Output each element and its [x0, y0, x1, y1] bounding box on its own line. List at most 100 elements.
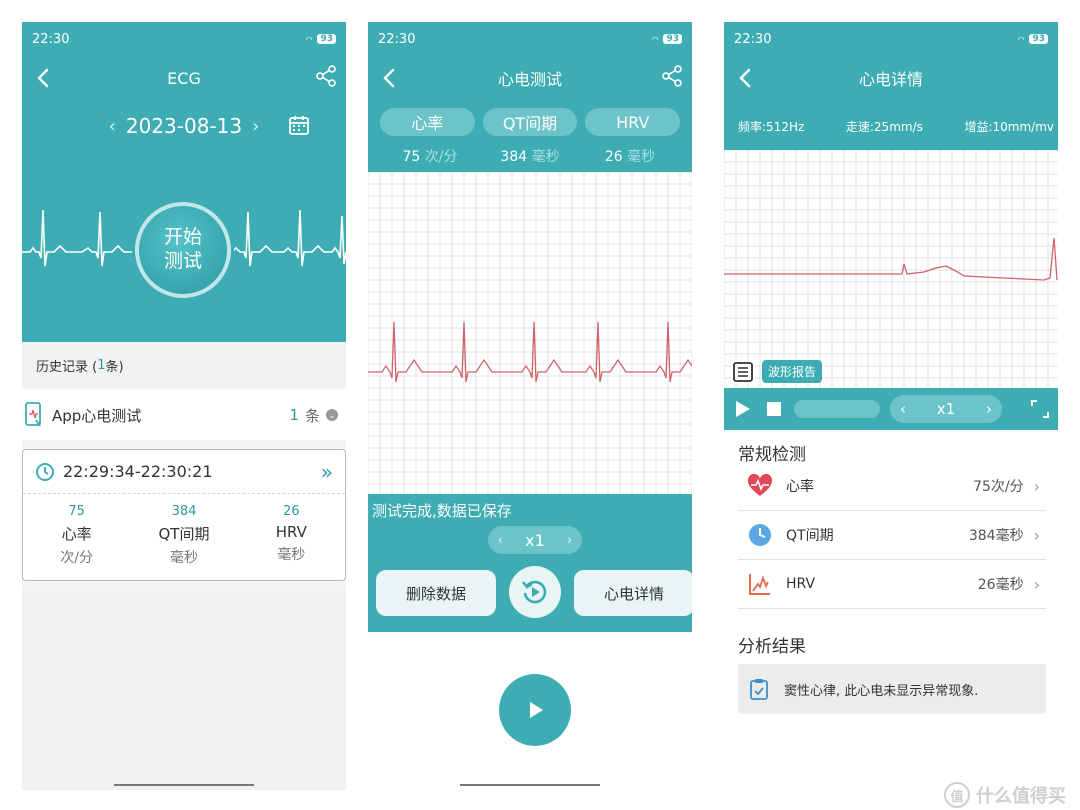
routine-test-list: 心率 75次/分 › QT间期 384毫秒 › HRV 26毫秒 ›: [738, 462, 1046, 609]
play-icon[interactable]: [732, 399, 752, 419]
status-icons: ◠ 93: [651, 34, 682, 44]
current-date: 2023-08-13: [125, 114, 243, 138]
watermark-logo-icon: 值: [944, 782, 970, 808]
replay-icon: [521, 580, 547, 604]
analysis-heading: 分析结果: [738, 637, 806, 657]
back-arrow-icon[interactable]: [732, 64, 760, 92]
double-chevron-right-icon[interactable]: »: [321, 460, 333, 484]
empty-area: [22, 590, 346, 790]
page-title: ECG: [167, 68, 201, 88]
wifi-icon: ◠: [305, 34, 313, 44]
home-indicator[interactable]: [114, 784, 254, 786]
stop-icon[interactable]: [766, 401, 782, 417]
speed-value: x1: [525, 530, 545, 550]
chevron-down-icon[interactable]: ⌄: [326, 409, 338, 421]
stat-hrv: 26 HRV 毫秒: [238, 504, 345, 567]
status-time: 22:30: [378, 31, 416, 47]
app-ecg-test-label: App心电测试: [52, 406, 142, 425]
play-icon: [530, 702, 543, 718]
app-ecg-count: 1: [289, 406, 299, 424]
playback-progress-bar[interactable]: [794, 400, 880, 418]
test-complete-message: 测试完成,数据已保存: [372, 502, 512, 520]
sample-frequency: 频率:512Hz: [738, 119, 805, 134]
item-value: 26毫秒: [977, 577, 1024, 593]
playback-speed-selector: ‹ x1 ›: [890, 395, 1002, 423]
tab-hrv[interactable]: HRV: [585, 108, 681, 136]
stat-unit: 毫秒: [169, 550, 198, 566]
delete-data-button[interactable]: 删除数据: [376, 570, 496, 616]
item-value: 384毫秒: [968, 528, 1024, 544]
fullscreen-icon[interactable]: [1030, 399, 1050, 419]
stat-name: HRV: [275, 523, 307, 541]
status-icons: ◠ 93: [305, 34, 336, 44]
item-label: QT间期: [786, 528, 834, 544]
item-value: 75次/分: [973, 479, 1024, 495]
status-time: 22:30: [734, 31, 772, 47]
app-ecg-unit: 条: [304, 406, 320, 425]
stat-qt-interval: 384 QT间期 毫秒: [130, 504, 237, 567]
waveform-report-row: 波形报告: [732, 360, 823, 383]
playback-control-bar: ‹ x1 ›: [724, 388, 1058, 430]
record-time: 22:29:34-22:30:21: [63, 462, 213, 481]
stat-name: QT间期: [158, 525, 210, 543]
analysis-result-box: 窦性心律, 此心电未显示异常现象.: [738, 664, 1046, 714]
chevron-right-icon: ›: [1033, 574, 1040, 594]
metric-value: 384: [500, 149, 528, 165]
calendar-icon[interactable]: [288, 114, 310, 136]
paper-speed: 走速:25mm/s: [845, 119, 923, 134]
list-item-qt-interval[interactable]: QT间期 384毫秒 ›: [738, 511, 1046, 560]
home-indicator[interactable]: [460, 784, 600, 786]
status-bar: 22:30 ◠ 93: [22, 22, 346, 56]
nav-bar: 心电详情: [724, 56, 1058, 100]
status-time: 22:30: [32, 31, 70, 47]
chevron-right-icon: ›: [1033, 476, 1040, 496]
stat-unit: 毫秒: [277, 547, 306, 563]
wifi-icon: ◠: [1017, 34, 1025, 44]
tab-heart-rate[interactable]: 心率: [380, 108, 475, 136]
start-test-label-2: 测试: [163, 250, 202, 272]
waveform-report-button[interactable]: 波形报告: [762, 360, 823, 383]
watermark: 值 什么值得买: [944, 782, 1066, 808]
hrv-chart-icon: [746, 570, 774, 598]
record-card[interactable]: 22:29:34-22:30:21 » 75 心率 次/分 384 QT间期 毫…: [22, 449, 346, 581]
status-bar: 22:30 ◠ 93: [724, 22, 1058, 56]
app-ecg-test-row[interactable]: App心电测试 1 条 ⌄: [22, 390, 346, 440]
ecg-detail-waveform: [724, 150, 1058, 388]
chevron-right-icon: ›: [1033, 525, 1040, 545]
ecg-detail-screen: 22:30 ◠ 93 心电详情 频率:512Hz 走速:25mm/s 增益:10…: [724, 22, 1058, 790]
ecg-detail-button[interactable]: 心电详情: [574, 570, 692, 616]
back-arrow-icon[interactable]: [376, 64, 404, 92]
history-suffix: 条): [105, 359, 124, 375]
speed-decrease-icon[interactable]: ‹: [498, 533, 503, 547]
next-date-icon[interactable]: ›: [252, 116, 259, 137]
speed-increase-icon[interactable]: ›: [986, 400, 992, 418]
list-item-hrv[interactable]: HRV 26毫秒 ›: [738, 560, 1046, 609]
status-bar: 22:30 ◠ 93: [368, 22, 692, 56]
speed-decrease-icon[interactable]: ‹: [900, 400, 906, 418]
history-header: 历史记录 (1 条): [22, 342, 346, 388]
play-button[interactable]: [499, 674, 571, 746]
history-count: 1: [97, 357, 106, 373]
document-icon[interactable]: [732, 360, 754, 383]
watermark-text: 什么值得买: [976, 786, 1066, 807]
item-label: 心率: [786, 479, 814, 495]
stat-heart-rate: 75 心率 次/分: [23, 504, 130, 567]
prev-date-icon[interactable]: ‹: [109, 116, 116, 137]
tab-qt-interval[interactable]: QT间期: [482, 108, 578, 136]
start-test-label-1: 开始: [163, 226, 202, 249]
back-arrow-icon[interactable]: [30, 64, 58, 92]
phone-heart-icon: [25, 402, 41, 427]
share-icon[interactable]: [660, 64, 684, 88]
start-test-button[interactable]: 开始 测试: [135, 202, 231, 298]
heart-pulse-icon: [746, 472, 774, 500]
list-item-heart-rate[interactable]: 心率 75次/分 ›: [738, 462, 1046, 511]
replay-button[interactable]: [509, 566, 561, 618]
speed-increase-icon[interactable]: ›: [567, 533, 572, 547]
share-icon[interactable]: [314, 64, 338, 88]
nav-bar: ECG: [22, 56, 346, 100]
battery-icon: 93: [317, 34, 336, 44]
history-label: 历史记录 (: [36, 359, 98, 375]
battery-icon: 93: [663, 34, 682, 44]
metric-values: 75 次/分 384 毫秒 26 毫秒: [380, 146, 680, 166]
analysis-text: 窦性心律, 此心电未显示异常现象.: [784, 683, 979, 699]
